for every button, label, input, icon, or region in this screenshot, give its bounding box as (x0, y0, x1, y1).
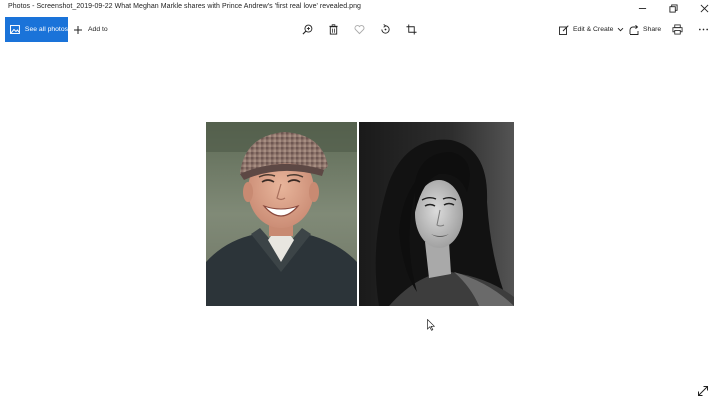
displayed-photo (206, 122, 514, 306)
window-controls (627, 0, 720, 17)
minimize-button[interactable] (627, 0, 658, 17)
plus-icon (74, 25, 82, 34)
edit-create-button[interactable]: Edit & Create (559, 17, 624, 42)
see-all-photos-button[interactable]: See all photos (5, 17, 68, 42)
more-options-button[interactable] (697, 23, 710, 36)
expand-icon[interactable] (697, 385, 709, 397)
close-icon (700, 4, 709, 13)
print-icon (672, 24, 683, 35)
crop-button[interactable] (405, 23, 418, 36)
zoom-icon (302, 24, 313, 35)
zoom-button[interactable] (301, 23, 314, 36)
photo-woman-portrait (359, 122, 514, 306)
crop-icon (406, 24, 417, 35)
share-label: Share (643, 26, 662, 33)
photo-canvas (0, 42, 720, 404)
photo-man-in-cap (206, 122, 357, 306)
chevron-down-icon (618, 27, 624, 32)
edit-create-label: Edit & Create (573, 26, 614, 33)
rotate-icon (381, 24, 390, 34)
window-title: Photos - Screenshot_2019-09-22 What Megh… (8, 3, 361, 10)
add-to-label: Add to (88, 26, 108, 33)
restore-icon (669, 4, 678, 13)
rotate-button[interactable] (379, 23, 392, 36)
title-bar: Photos - Screenshot_2019-09-22 What Megh… (0, 0, 720, 17)
edit-icon (559, 24, 569, 35)
mouse-cursor-icon (427, 319, 435, 331)
delete-button[interactable] (327, 23, 340, 36)
close-button[interactable] (689, 0, 720, 17)
print-button[interactable] (671, 23, 684, 36)
restore-button[interactable] (658, 0, 689, 17)
heart-icon (354, 25, 365, 35)
delete-icon (329, 24, 338, 35)
minimize-icon (638, 8, 647, 9)
add-to-button[interactable]: Add to (73, 17, 108, 42)
favorite-button[interactable] (353, 23, 366, 36)
toolbar: See all photos Add to Edit & Create Shar… (0, 17, 720, 42)
photos-icon (10, 25, 20, 34)
share-button[interactable]: Share (629, 17, 661, 42)
more-icon (699, 28, 708, 31)
see-all-photos-label: See all photos (24, 26, 68, 33)
share-icon (629, 24, 639, 35)
photos-app-window: Photos - Screenshot_2019-09-22 What Megh… (0, 0, 720, 404)
